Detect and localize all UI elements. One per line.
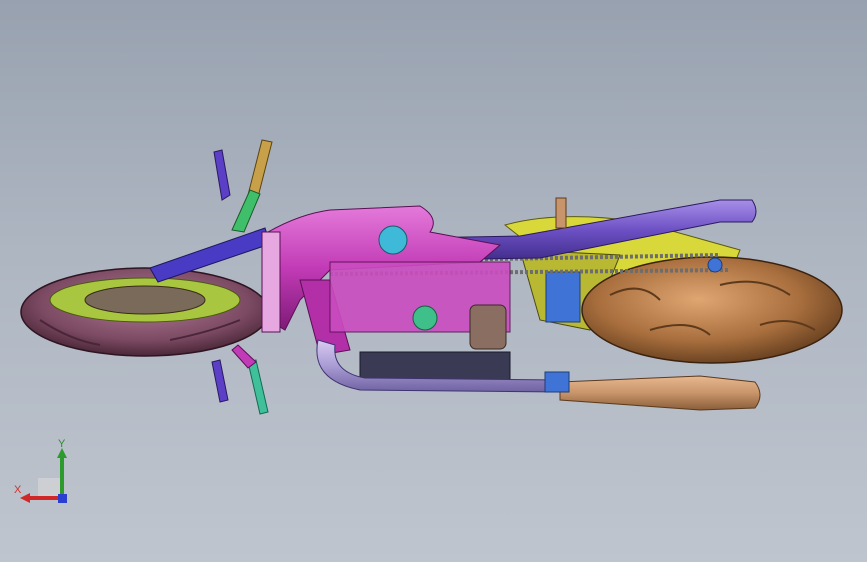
graphics-viewport[interactable]: Y X	[0, 0, 867, 562]
axis-triad-icon	[20, 448, 67, 503]
rear-bracket[interactable]	[545, 271, 581, 323]
orientation-triad: Y X	[10, 438, 80, 510]
left-grip[interactable]	[213, 139, 273, 233]
motorcycle-model[interactable]	[0, 0, 867, 562]
y-axis-label: Y	[58, 438, 66, 450]
muffler[interactable]	[559, 375, 761, 411]
front-tire[interactable]	[20, 267, 270, 357]
right-grip[interactable]	[211, 344, 269, 415]
x-axis-label: X	[14, 484, 22, 496]
